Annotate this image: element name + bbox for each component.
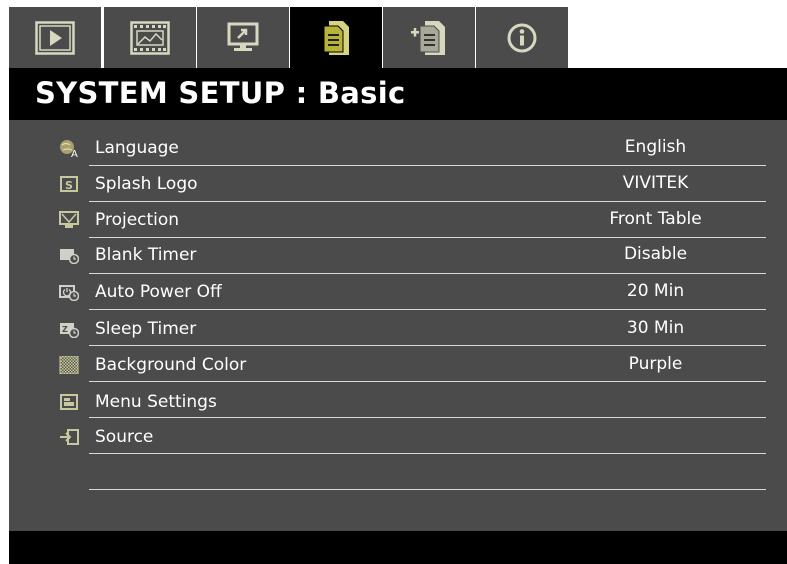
tab-system-setup-basic[interactable] — [290, 7, 382, 68]
picture-icon — [35, 20, 75, 55]
sleep-timer-icon: Z — [60, 323, 79, 338]
system-setup-advanced-icon — [411, 20, 445, 55]
menu-item-blank-timer[interactable]: Blank Timer Disable — [53, 237, 767, 273]
projection-icon — [59, 211, 79, 228]
menu-item-background-color[interactable]: Background Color Purple — [53, 347, 767, 383]
menu-label: Projection — [95, 210, 180, 230]
page-title: SYSTEM SETUP : Basic — [35, 76, 406, 110]
divider — [89, 345, 766, 346]
tab-information[interactable] — [476, 7, 568, 68]
menu-label: Language — [95, 138, 179, 158]
svg-text:A: A — [71, 149, 78, 157]
menu-value: 20 Min — [626, 281, 685, 301]
system-setup-basic-icon — [323, 20, 349, 55]
film-icon — [130, 20, 170, 55]
information-icon — [507, 23, 537, 52]
menu-item-source[interactable]: Source — [53, 419, 767, 455]
tab-film[interactable] — [104, 7, 196, 68]
menu-item-auto-power-off[interactable]: Auto Power Off 20 Min — [53, 274, 767, 310]
menu-label: Source — [95, 427, 154, 447]
osd-menu: SYSTEM SETUP : Basic A Language English … — [9, 7, 787, 564]
menu-item-splash-logo[interactable]: S Splash Logo VIVITEK — [53, 166, 767, 202]
source-icon — [60, 429, 79, 445]
menu-item-language[interactable]: A Language English — [53, 130, 767, 166]
tab-picture[interactable] — [9, 7, 101, 68]
tab-bar — [9, 7, 787, 68]
menu-value: VIVITEK — [622, 173, 689, 193]
menu-value: 30 Min — [626, 318, 685, 338]
splash-logo-icon: S — [60, 176, 78, 192]
divider — [89, 309, 766, 310]
tab-system-setup-advanced[interactable] — [383, 7, 475, 68]
menu-label: Background Color — [95, 355, 247, 375]
menu-item-projection[interactable]: Projection Front Table — [53, 202, 767, 238]
menu-value: English — [624, 137, 687, 157]
menu-item-sleep-timer[interactable]: Z Sleep Timer 30 Min — [53, 311, 767, 347]
menu-settings-icon — [60, 394, 78, 410]
blank-timer-icon — [60, 249, 79, 264]
menu-value: Front Table — [609, 209, 702, 229]
divider — [89, 489, 766, 490]
divider — [89, 453, 766, 454]
divider — [89, 381, 766, 382]
menu-value: Purple — [628, 354, 683, 374]
menu-label: Splash Logo — [95, 174, 198, 194]
svg-text:Z: Z — [62, 325, 68, 334]
auto-power-off-icon — [59, 285, 79, 301]
tab-display[interactable] — [197, 7, 289, 68]
menu-label: Menu Settings — [95, 392, 217, 412]
menu-label: Auto Power Off — [95, 282, 222, 302]
menu-label: Sleep Timer — [95, 319, 197, 339]
footer-bar — [9, 531, 787, 564]
background-color-icon — [59, 356, 79, 374]
svg-text:S: S — [65, 179, 73, 192]
menu-value: Disable — [623, 244, 688, 264]
globe-icon: A — [60, 140, 78, 157]
menu-label: Blank Timer — [95, 245, 197, 265]
divider — [89, 417, 766, 418]
title-bar: SYSTEM SETUP : Basic — [9, 68, 787, 120]
display-icon — [227, 22, 259, 51]
menu-item-menu-settings[interactable]: Menu Settings — [53, 384, 767, 420]
